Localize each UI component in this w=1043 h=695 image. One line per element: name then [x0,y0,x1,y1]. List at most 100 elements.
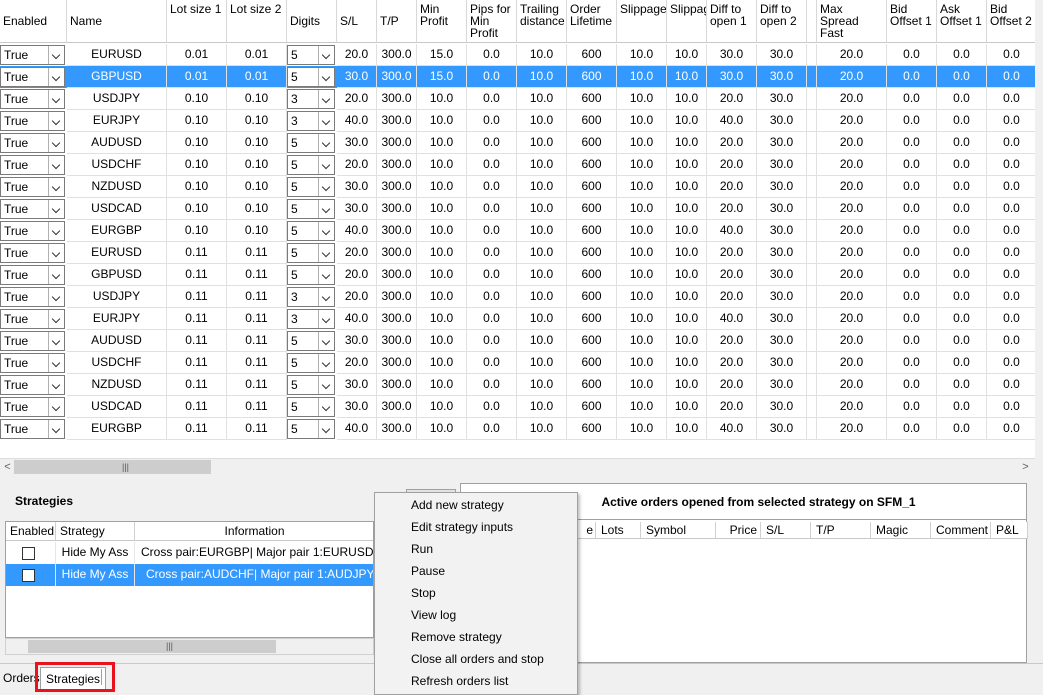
grid-cell-slip2[interactable]: 10.0 [667,132,707,154]
grid-cell-blank[interactable] [807,242,817,264]
chevron-down-icon[interactable] [48,266,64,284]
grid-cell-bid1[interactable]: 0.0 [887,88,937,110]
grid-cell-slip2[interactable]: 10.0 [667,286,707,308]
grid-cell-minprofit[interactable]: 10.0 [417,286,467,308]
grid-cell-diff2[interactable]: 30.0 [757,396,807,418]
grid-cell-tp[interactable]: 300.0 [377,110,417,132]
grid-cell-bid1[interactable]: 0.0 [887,374,937,396]
grid-cell-bid1[interactable]: 0.0 [887,44,937,66]
grid-header-slip1[interactable]: Slippage [617,0,667,43]
grid-cell-lot1[interactable]: 0.01 [167,44,227,66]
grid-cell-trailing[interactable]: 10.0 [517,352,567,374]
grid-cell-lot2[interactable]: 0.10 [227,198,287,220]
enabled-dropdown[interactable]: True [0,89,65,109]
grid-cell-lot2[interactable]: 0.11 [227,242,287,264]
grid-cell-minprofit[interactable]: 10.0 [417,176,467,198]
strategy-enabled-cell[interactable] [6,564,56,586]
grid-cell-bid1[interactable]: 0.0 [887,154,937,176]
strategy-enabled-checkbox[interactable] [22,547,35,560]
chevron-down-icon[interactable] [318,90,334,108]
grid-cell-lot2[interactable]: 0.11 [227,330,287,352]
menu-item-refresh-orders-list[interactable]: Refresh orders list [376,670,577,692]
grid-cell-name[interactable]: AUDUSD [67,330,167,352]
grid-cell-ask1[interactable]: 0.0 [937,330,987,352]
table-row[interactable]: True EURJPY 0.11 0.11 3 40.0 300.0 10.0 0.0 10.0 6… [0,308,1035,330]
grid-cell-slip1[interactable]: 10.0 [617,110,667,132]
grid-cell-lot2[interactable]: 0.10 [227,110,287,132]
grid-cell-diff1[interactable]: 20.0 [707,176,757,198]
grid-cell-ask1[interactable]: 0.0 [937,242,987,264]
digits-dropdown[interactable]: 5 [287,331,335,351]
grid-header-slip2[interactable]: Slippage [667,0,707,43]
grid-cell-diff1[interactable]: 30.0 [707,66,757,88]
digits-dropdown[interactable]: 5 [287,353,335,373]
grid-cell-pips[interactable]: 0.0 [467,198,517,220]
grid-cell-slip1[interactable]: 10.0 [617,308,667,330]
grid-cell-blank[interactable] [807,176,817,198]
grid-cell-lot1[interactable]: 0.11 [167,286,227,308]
chevron-down-icon[interactable] [318,398,334,416]
grid-header-name[interactable]: Name [67,0,167,43]
chevron-down-icon[interactable] [48,200,64,218]
grid-cell-blank[interactable] [807,132,817,154]
grid-cell-maxspread[interactable]: 20.0 [817,220,887,242]
grid-cell-lifetime[interactable]: 600 [567,264,617,286]
table-row[interactable]: True EURGBP 0.11 0.11 5 40.0 300.0 10.0 0.0 10.0 6… [0,418,1035,440]
grid-cell-lot2[interactable]: 0.11 [227,374,287,396]
grid-cell-lot2[interactable]: 0.10 [227,176,287,198]
grid-cell-trailing[interactable]: 10.0 [517,198,567,220]
grid-cell-pips[interactable]: 0.0 [467,330,517,352]
grid-cell-sl[interactable]: 40.0 [337,308,377,330]
grid-header-minprofit[interactable]: Min Profit [417,0,467,43]
grid-cell-ask1[interactable]: 0.0 [937,286,987,308]
chevron-down-icon[interactable] [48,332,64,350]
chevron-down-icon[interactable] [318,200,334,218]
table-row[interactable]: True EURJPY 0.10 0.10 3 40.0 300.0 10.0 0.0 10.0 6… [0,110,1035,132]
grid-cell-ask1[interactable]: 0.0 [937,44,987,66]
chevron-down-icon[interactable] [48,68,64,86]
grid-cell-diff1[interactable]: 20.0 [707,154,757,176]
grid-cell-sl[interactable]: 40.0 [337,110,377,132]
chevron-down-icon[interactable] [318,244,334,262]
table-row[interactable]: True USDCAD 0.10 0.10 5 30.0 300.0 10.0 0.0 10.0 6… [0,198,1035,220]
enabled-dropdown[interactable]: True [0,419,65,439]
grid-cell-lifetime[interactable]: 600 [567,352,617,374]
strategy-name-cell[interactable]: Hide My Ass [56,564,135,586]
chevron-down-icon[interactable] [48,398,64,416]
enabled-dropdown[interactable]: True [0,397,65,417]
enabled-dropdown[interactable]: True [0,331,65,351]
grid-cell-maxspread[interactable]: 20.0 [817,110,887,132]
grid-cell-diff2[interactable]: 30.0 [757,154,807,176]
grid-cell-trailing[interactable]: 10.0 [517,44,567,66]
digits-dropdown[interactable]: 5 [287,199,335,219]
grid-cell-bid2[interactable]: 0.0 [987,242,1035,264]
grid-cell-lot2[interactable]: 0.11 [227,308,287,330]
grid-cell-slip2[interactable]: 10.0 [667,44,707,66]
grid-cell-minprofit[interactable]: 10.0 [417,352,467,374]
digits-dropdown[interactable]: 3 [287,309,335,329]
menu-item-edit-strategy-inputs[interactable]: Edit strategy inputs [376,516,577,538]
grid-cell-sl[interactable]: 30.0 [337,374,377,396]
grid-header-lifetime[interactable]: Order Lifetime [567,0,617,43]
chevron-down-icon[interactable] [318,310,334,328]
grid-header-lot2[interactable]: Lot size 2 [227,0,287,43]
chevron-down-icon[interactable] [48,420,64,438]
strategy-info-cell[interactable]: Cross pair:EURGBP| Major pair 1:EURUSD| … [135,542,373,564]
grid-cell-bid1[interactable]: 0.0 [887,330,937,352]
grid-cell-slip1[interactable]: 10.0 [617,374,667,396]
grid-cell-slip1[interactable]: 10.0 [617,242,667,264]
grid-cell-maxspread[interactable]: 20.0 [817,88,887,110]
grid-cell-diff1[interactable]: 20.0 [707,352,757,374]
grid-cell-lifetime[interactable]: 600 [567,418,617,440]
grid-cell-maxspread[interactable]: 20.0 [817,66,887,88]
table-row[interactable]: True NZDUSD 0.11 0.11 5 30.0 300.0 10.0 0.0 10.0 6… [0,374,1035,396]
instrument-settings-grid[interactable]: Enabled Name Lot size 1 Lot size 2 Digits S/L… [0,0,1035,458]
grid-cell-lot2[interactable]: 0.01 [227,44,287,66]
chevron-down-icon[interactable] [48,376,64,394]
grid-cell-ask1[interactable]: 0.0 [937,88,987,110]
menu-item-close-all-orders-and-stop[interactable]: Close all orders and stop [376,648,577,670]
chevron-down-icon[interactable] [48,222,64,240]
enabled-dropdown[interactable]: True [0,353,65,373]
grid-cell-blank[interactable] [807,264,817,286]
grid-cell-name[interactable]: EURJPY [67,110,167,132]
